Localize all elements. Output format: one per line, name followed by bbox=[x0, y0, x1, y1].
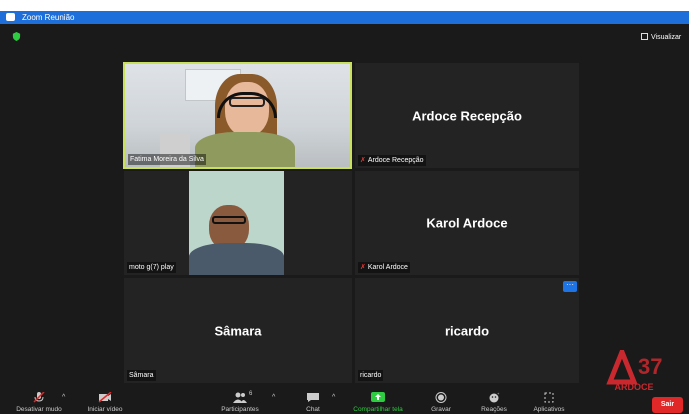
record-label: Gravar bbox=[431, 406, 451, 413]
video-tile-ricardo[interactable]: ricardo ricardo bbox=[355, 278, 579, 383]
window-title: Zoom Reunião bbox=[22, 13, 75, 22]
grid-icon bbox=[641, 33, 648, 40]
video-tile-ardoce-recepcao[interactable]: Ardoce Recepção ✗ Ardoce Recepção bbox=[355, 63, 579, 168]
apps-label: Aplicativos bbox=[533, 406, 565, 413]
video-tile-karol[interactable]: Karol Ardoce ✗ Karol Ardoce bbox=[355, 171, 579, 275]
mic-muted-icon: ✗ bbox=[360, 264, 366, 271]
titlebar-bar bbox=[0, 11, 689, 24]
mute-options-chevron[interactable]: ^ bbox=[62, 394, 65, 401]
chat-button[interactable]: Chat bbox=[298, 391, 328, 414]
participant-name: ricardo bbox=[358, 370, 384, 381]
video-tile-moto[interactable]: moto g(7) play bbox=[124, 171, 352, 275]
person-body bbox=[195, 132, 295, 167]
participants-count: 6 bbox=[249, 391, 253, 397]
apps-icon bbox=[544, 392, 554, 403]
reactions-label: Reações bbox=[481, 406, 507, 413]
record-icon bbox=[435, 392, 447, 403]
mic-muted-icon bbox=[33, 392, 45, 403]
participant-name: Ardoce Recepção bbox=[367, 157, 424, 164]
participant-name-label: ✗ Karol Ardoce bbox=[358, 262, 410, 273]
svg-text:37: 37 bbox=[638, 354, 662, 379]
participant-display-name: Ardoce Recepção bbox=[412, 108, 522, 123]
shield-icon[interactable] bbox=[12, 32, 21, 41]
participant-name-label: ✗ Ardoce Recepção bbox=[358, 155, 426, 166]
chat-options-chevron[interactable]: ^ bbox=[332, 394, 335, 401]
participants-icon bbox=[233, 392, 247, 403]
apps-button[interactable]: Aplicativos bbox=[526, 391, 572, 414]
mute-label: Desativar mudo bbox=[16, 406, 62, 413]
mic-muted-icon: ✗ bbox=[360, 157, 366, 164]
more-icon[interactable]: ··· bbox=[563, 281, 577, 292]
person-body bbox=[189, 243, 284, 275]
meeting-toolbar: Desativar mudo ^ Iniciar vídeo 6 Partici… bbox=[0, 391, 689, 414]
record-button[interactable]: Gravar bbox=[425, 391, 457, 414]
person-glasses bbox=[212, 216, 246, 224]
participant-name: Sâmara bbox=[127, 370, 156, 381]
zoom-app-icon bbox=[6, 13, 15, 21]
start-video-label: Iniciar vídeo bbox=[87, 406, 123, 413]
participant-name: Fatima Moreira da Silva bbox=[128, 154, 206, 165]
reactions-icon: + bbox=[489, 392, 500, 403]
video-tile-fatima[interactable]: Fatima Moreira da Silva bbox=[123, 62, 352, 169]
chat-icon bbox=[307, 393, 319, 402]
video-tile-samara[interactable]: Sâmara Sâmara bbox=[124, 278, 352, 383]
participant-display-name: ricardo bbox=[444, 323, 490, 338]
start-video-button[interactable]: Iniciar vídeo bbox=[78, 391, 132, 414]
svg-text:+: + bbox=[497, 392, 500, 396]
view-button[interactable]: Visualizar bbox=[641, 33, 681, 41]
window-titlebar: Zoom Reunião bbox=[0, 0, 689, 24]
video-feed bbox=[189, 171, 284, 275]
participants-options-chevron[interactable]: ^ bbox=[272, 394, 275, 401]
participant-display-name: Karol Ardoce bbox=[426, 215, 508, 231]
video-feed bbox=[125, 64, 350, 167]
participant-name: moto g(7) play bbox=[127, 262, 176, 273]
leave-button[interactable]: Sair bbox=[652, 397, 683, 413]
share-screen-label: Compartilhar tela bbox=[353, 406, 403, 413]
participants-label: Participantes bbox=[221, 406, 259, 413]
view-label: Visualizar bbox=[651, 34, 682, 41]
logo-mark: 37 bbox=[606, 345, 662, 385]
chat-label: Chat bbox=[306, 406, 320, 413]
reactions-button[interactable]: + Reações bbox=[476, 391, 512, 414]
mute-button[interactable]: Desativar mudo bbox=[8, 391, 70, 414]
participant-display-name: Sâmara bbox=[214, 323, 262, 338]
participant-name: Karol Ardoce bbox=[367, 264, 408, 271]
share-screen-icon bbox=[371, 392, 385, 402]
video-off-icon bbox=[98, 392, 112, 403]
participants-button[interactable]: 6 Participantes bbox=[212, 391, 268, 414]
share-screen-button[interactable]: Compartilhar tela bbox=[344, 391, 412, 414]
